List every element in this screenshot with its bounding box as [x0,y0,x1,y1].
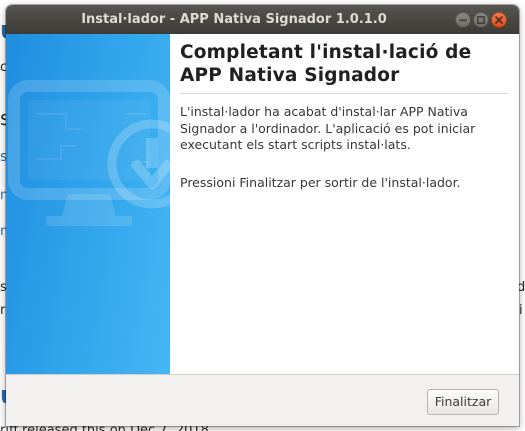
minimize-icon[interactable] [455,12,471,28]
window-title: Instal·lador - APP Nativa Signador 1.0.1… [81,12,387,27]
screen: u c s s n n s r u di i riff released thi… [0,0,525,431]
title-bar[interactable]: Instal·lador - APP Nativa Signador 1.0.1… [6,5,519,34]
installer-side-banner [6,34,170,374]
completion-message: L'instal·lador ha acabat d'instal·lar AP… [180,104,476,152]
footer-divider [6,374,519,375]
monitor-download-icon [8,80,170,226]
bg-fragment: i [519,303,523,318]
finish-button[interactable]: Finalitzar [427,389,499,415]
bg-fragment: r [0,303,6,318]
content-panel: Completant l'instal·lació de APP Nativa … [170,34,519,374]
close-icon[interactable] [491,12,507,28]
page-heading: Completant l'instal·lació de APP Nativa … [180,42,472,86]
finish-instruction: Pressioni Finalitzar per sortir de l'ins… [180,175,461,190]
heading-divider [180,93,508,94]
installer-window: Instal·lador - APP Nativa Signador 1.0.1… [6,5,519,426]
maximize-icon[interactable] [473,12,489,28]
